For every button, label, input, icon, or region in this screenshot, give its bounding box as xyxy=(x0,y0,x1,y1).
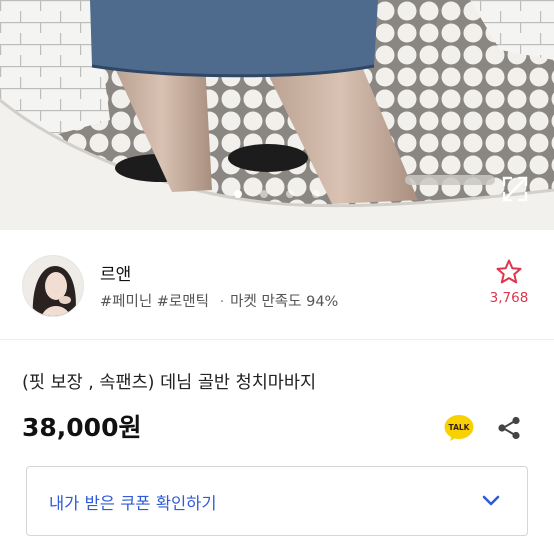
coupon-check-button[interactable]: 내가 받은 쿠폰 확인하기 xyxy=(26,466,528,536)
product-image[interactable] xyxy=(0,0,554,230)
kakao-talk-label: TALK xyxy=(449,423,471,432)
favorite-count: 3,768 xyxy=(489,290,529,306)
seller-row[interactable]: 르앤 #페미닌 #로맨틱 · 마켓 만족도 94% 3,768 xyxy=(0,230,554,340)
carousel-dot[interactable] xyxy=(312,190,320,198)
share-icon[interactable] xyxy=(496,415,522,441)
product-price: 38,000원 xyxy=(22,413,142,442)
carousel-dot[interactable] xyxy=(260,190,268,198)
chevron-down-icon xyxy=(482,495,500,506)
avatar-image xyxy=(23,256,83,316)
favorite-button[interactable]: 3,768 xyxy=(478,258,540,306)
kakao-talk-icon[interactable]: TALK xyxy=(444,414,474,442)
seller-tags: #페미닌 #로맨틱 · 마켓 만족도 94% xyxy=(100,290,338,311)
seller-name[interactable]: 르앤 xyxy=(100,260,131,285)
seller-tag[interactable]: #로맨틱 xyxy=(157,294,209,310)
product-title: (핏 보장 , 속팬츠) 데님 골반 청치마바지 xyxy=(22,373,317,393)
seller-tag[interactable]: #페미닌 xyxy=(100,294,152,310)
star-icon xyxy=(496,259,522,284)
tag-separator: · xyxy=(219,294,225,310)
expand-icon[interactable] xyxy=(500,174,530,204)
carousel-dot[interactable] xyxy=(286,190,294,198)
coupon-label: 내가 받은 쿠폰 확인하기 xyxy=(49,494,217,513)
carousel-indicator xyxy=(0,190,554,198)
market-satisfaction: 마켓 만족도 94% xyxy=(230,294,339,310)
seller-avatar[interactable] xyxy=(22,255,84,317)
carousel-dot[interactable] xyxy=(234,190,242,198)
